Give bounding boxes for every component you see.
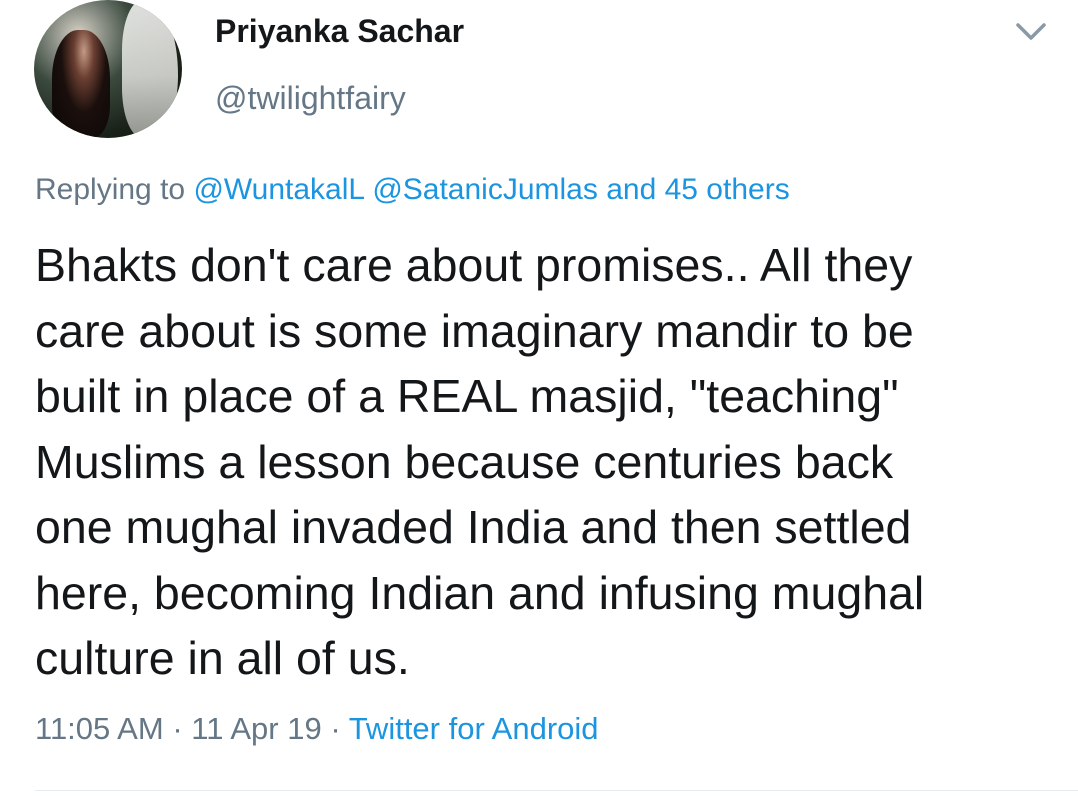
- tweet-meta: 11:05 AM · 11 Apr 19 · Twitter for Andro…: [35, 711, 599, 747]
- avatar[interactable]: [34, 0, 182, 138]
- avatar-person: [52, 30, 110, 138]
- author-handle[interactable]: @twilightfairy: [215, 80, 406, 117]
- reply-others-link[interactable]: and 45 others: [606, 173, 789, 206]
- reply-mention-1[interactable]: @WuntakalL: [193, 173, 364, 206]
- tweet-source[interactable]: Twitter for Android: [349, 711, 599, 746]
- tweet-text: Bhakts don't care about promises.. All t…: [35, 239, 925, 684]
- reply-context-prefix: Replying to: [35, 173, 186, 206]
- reply-context: Replying to @WuntakalL @SatanicJumlas an…: [35, 173, 790, 207]
- divider: [35, 790, 1078, 791]
- chevron-down-icon[interactable]: [1014, 20, 1048, 44]
- author-name[interactable]: Priyanka Sachar: [215, 13, 464, 50]
- meta-separator: ·: [330, 711, 341, 746]
- avatar-angel-wing: [122, 0, 178, 138]
- tweet: Priyanka Sachar @twilightfairy Replying …: [0, 0, 1078, 809]
- reply-mention-2[interactable]: @SatanicJumlas: [372, 173, 598, 206]
- meta-separator: ·: [172, 711, 183, 746]
- tweet-date[interactable]: 11 Apr 19: [191, 711, 321, 746]
- tweet-time[interactable]: 11:05 AM: [35, 711, 164, 746]
